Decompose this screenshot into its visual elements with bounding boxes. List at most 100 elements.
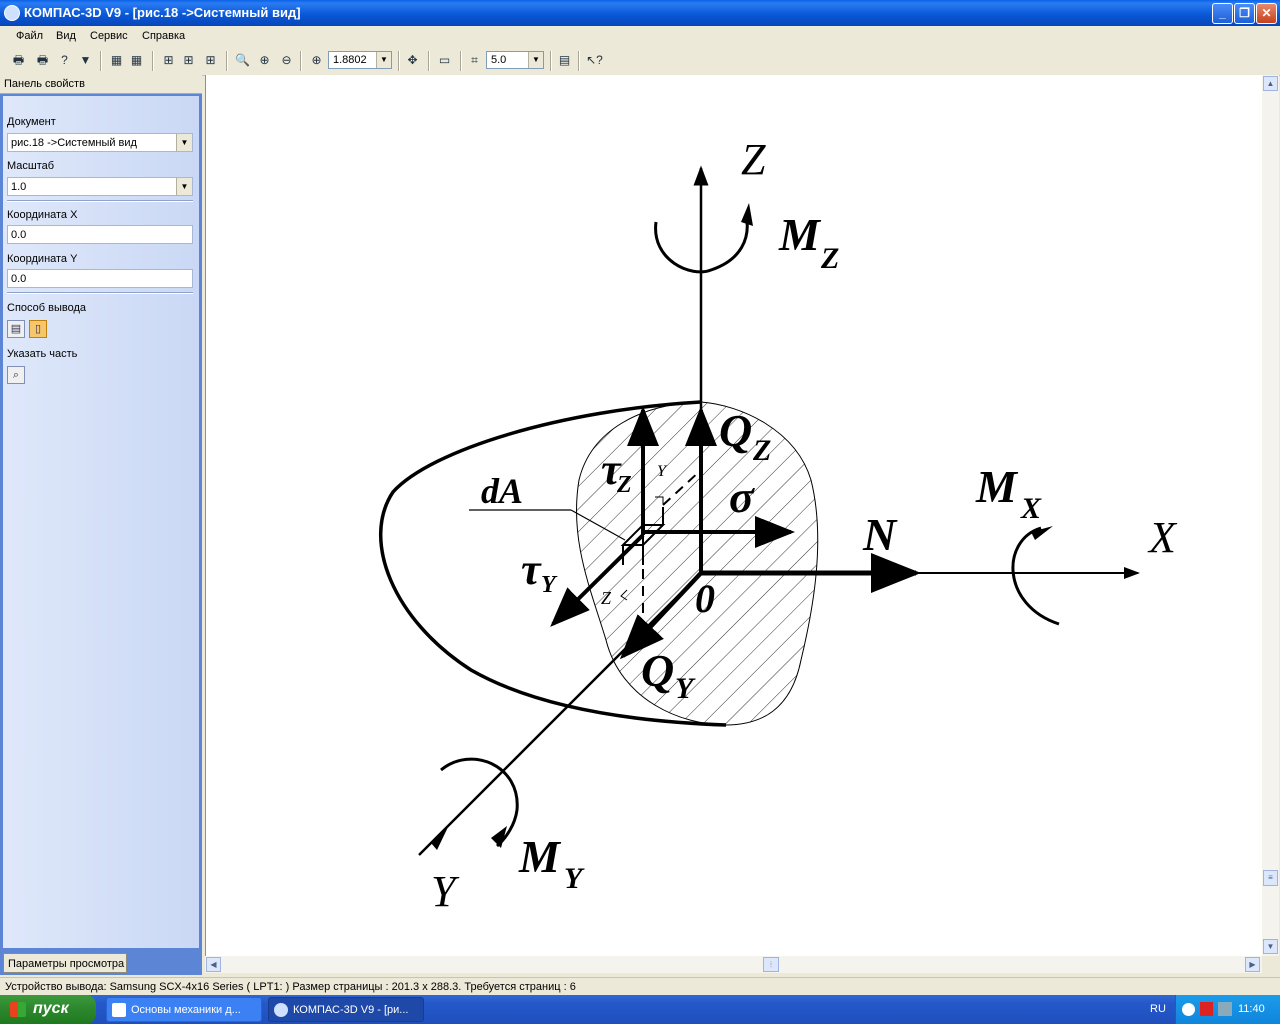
tray-expand-icon[interactable] xyxy=(1182,1003,1195,1016)
menu-view[interactable]: Вид xyxy=(56,30,76,42)
tau-y-subscript: Y xyxy=(541,572,558,598)
my-label: M xyxy=(518,831,562,882)
print-icon[interactable]: 🖶 xyxy=(10,52,27,69)
coord-y-value: 0.0 xyxy=(11,273,27,285)
print-preview-icon[interactable]: 🖶 xyxy=(34,52,51,69)
drawing-canvas[interactable]: Z M Z Q Z τ Z Y dA σ N M X X τ Y Z 0 Q Y… xyxy=(205,75,1263,956)
local-z-label: Z xyxy=(601,588,612,608)
zoom-combo[interactable]: 1.8802 ▼ xyxy=(328,51,392,69)
scroll-down-icon[interactable]: ▼ xyxy=(1263,939,1278,954)
qy-label: Q xyxy=(641,645,674,696)
divider xyxy=(7,292,193,294)
select-part-label: Указать часть xyxy=(7,348,78,360)
clock: 11:40 xyxy=(1238,1003,1265,1015)
scale-value: 1.0 xyxy=(11,181,27,193)
page-layout-icon[interactable]: ▦ xyxy=(108,52,125,69)
menu-service[interactable]: Сервис xyxy=(90,30,128,42)
grid-view-3-icon[interactable]: ⊞ xyxy=(202,52,219,69)
title-bar: КОМПАС-3D V9 - [рис.18 ->Системный вид] … xyxy=(0,0,1280,26)
chevron-down-icon[interactable]: ▼ xyxy=(376,52,391,68)
z-axis-label: Z xyxy=(741,135,766,184)
scroll-left-icon[interactable]: ◀ xyxy=(206,957,221,972)
tau-z-subscript: Z xyxy=(616,472,632,498)
scroll-thumb[interactable]: ≡ xyxy=(1263,870,1278,886)
output-screen-button[interactable]: ▤ xyxy=(7,320,25,338)
network-icon[interactable] xyxy=(1218,1002,1232,1016)
zoom-scale-icon[interactable]: ⊕ xyxy=(308,52,325,69)
menu-bar: Файл Вид Сервис Справка xyxy=(0,26,1280,47)
start-label: пуск xyxy=(33,1000,69,1017)
taskbar: пуск Основы механики д... КОМПАС-3D V9 -… xyxy=(0,995,1280,1024)
menu-file[interactable]: Файл xyxy=(16,30,43,42)
n-label: N xyxy=(862,509,898,560)
chevron-down-icon[interactable]: ▼ xyxy=(176,178,192,195)
panel-title: Панель свойств xyxy=(4,78,85,90)
zoom-in-icon[interactable]: ⊕ xyxy=(256,52,273,69)
taskbar-item-word[interactable]: Основы механики д... xyxy=(106,997,262,1022)
antivirus-icon[interactable] xyxy=(1200,1002,1213,1016)
mz-label: M xyxy=(778,209,822,260)
scale-label: Масштаб xyxy=(7,160,55,172)
page-layout-alt-icon[interactable]: ▦ xyxy=(128,52,145,69)
document-select[interactable]: рис.18 ->Системный вид ▼ xyxy=(7,133,193,152)
scroll-thumb[interactable]: ⦙ xyxy=(763,957,779,972)
divider xyxy=(7,200,193,202)
window-title: КОМПАС-3D V9 - [рис.18 ->Системный вид] xyxy=(24,5,301,20)
mz-subscript: Z xyxy=(820,242,839,275)
select-part-button[interactable]: ⌕ xyxy=(7,366,25,384)
x-axis-label: X xyxy=(1147,513,1178,562)
context-help-icon[interactable]: ↖? xyxy=(586,52,603,69)
restore-button[interactable]: ❐ xyxy=(1234,3,1255,24)
close-button[interactable]: ✕ xyxy=(1256,3,1277,24)
kompas-app-icon[interactable] xyxy=(4,5,20,21)
coord-x-value: 0.0 xyxy=(11,229,27,241)
output-mode-label: Способ вывода xyxy=(7,302,86,314)
system-tray: 11:40 xyxy=(1175,995,1280,1024)
properties-panel: Панель свойств Документ рис.18 ->Системн… xyxy=(0,75,202,975)
sigma-label: σ xyxy=(729,471,755,522)
qy-subscript: Y xyxy=(675,672,696,705)
scroll-up-icon[interactable]: ▲ xyxy=(1263,76,1278,91)
qz-label: Q xyxy=(719,405,752,456)
my-subscript: Y xyxy=(564,862,585,895)
toolbar: 🖶 🖶 ? ▼ ▦ ▦ ⊞ ⊞ ⊞ 🔍 ⊕ ⊖ ⊕ 1.8802 ▼ ✥ ▭ ⌗… xyxy=(0,47,1280,76)
status-bar: Устройство вывода: Samsung SCX-4x16 Seri… xyxy=(0,977,1280,996)
horizontal-scrollbar[interactable]: ◀ ⦙ ▶ xyxy=(205,956,1262,973)
step-value: 5.0 xyxy=(491,54,507,66)
status-text: Устройство вывода: Samsung SCX-4x16 Seri… xyxy=(5,981,576,993)
show-all-icon[interactable]: ▭ xyxy=(436,52,453,69)
snap-icon[interactable]: ⌗ xyxy=(466,52,483,69)
document-value: рис.18 ->Системный вид xyxy=(11,137,137,149)
zoom-window-icon[interactable]: 🔍 xyxy=(234,52,251,69)
view-params-tab-label: Параметры просмотра xyxy=(8,958,125,970)
vertical-scrollbar[interactable]: ▲ ≡ ▼ xyxy=(1262,75,1279,956)
minimize-button[interactable]: _ xyxy=(1212,3,1233,24)
scale-select[interactable]: 1.0 ▼ xyxy=(7,177,193,196)
start-button[interactable]: пуск xyxy=(0,995,96,1024)
grid-view-2-icon[interactable]: ⊞ xyxy=(180,52,197,69)
word-doc-icon xyxy=(112,1003,126,1017)
origin-label: 0 xyxy=(695,576,715,621)
scroll-right-icon[interactable]: ▶ xyxy=(1245,957,1260,972)
my-arc xyxy=(440,757,519,848)
print-setup-icon[interactable]: ▤ xyxy=(556,52,573,69)
qz-subscript: Z xyxy=(752,434,771,467)
coord-x-label: Координата X xyxy=(7,209,78,221)
chevron-down-icon[interactable]: ▼ xyxy=(528,52,543,68)
menu-help[interactable]: Справка xyxy=(142,30,185,42)
panel-body: Документ рис.18 ->Системный вид ▼ Масшта… xyxy=(3,96,199,948)
grid-view-icon[interactable]: ⊞ xyxy=(160,52,177,69)
coord-y-input[interactable]: 0.0 xyxy=(7,269,193,288)
language-indicator[interactable]: RU xyxy=(1150,1003,1166,1015)
output-page-button[interactable]: ▯ xyxy=(29,320,47,338)
view-params-tab[interactable]: Параметры просмотра xyxy=(3,953,127,973)
coord-x-input[interactable]: 0.0 xyxy=(7,225,193,244)
chevron-down-icon[interactable]: ▼ xyxy=(176,134,192,151)
step-combo[interactable]: 5.0 ▼ xyxy=(486,51,544,69)
help-icon[interactable]: ? xyxy=(56,52,73,69)
zoom-out-icon[interactable]: ⊖ xyxy=(278,52,295,69)
taskbar-item-kompas[interactable]: КОМПАС-3D V9 - [ри... xyxy=(268,997,424,1022)
document-label: Документ xyxy=(7,116,56,128)
pan-icon[interactable]: ✥ xyxy=(404,52,421,69)
filter-icon[interactable]: ▼ xyxy=(77,52,94,69)
